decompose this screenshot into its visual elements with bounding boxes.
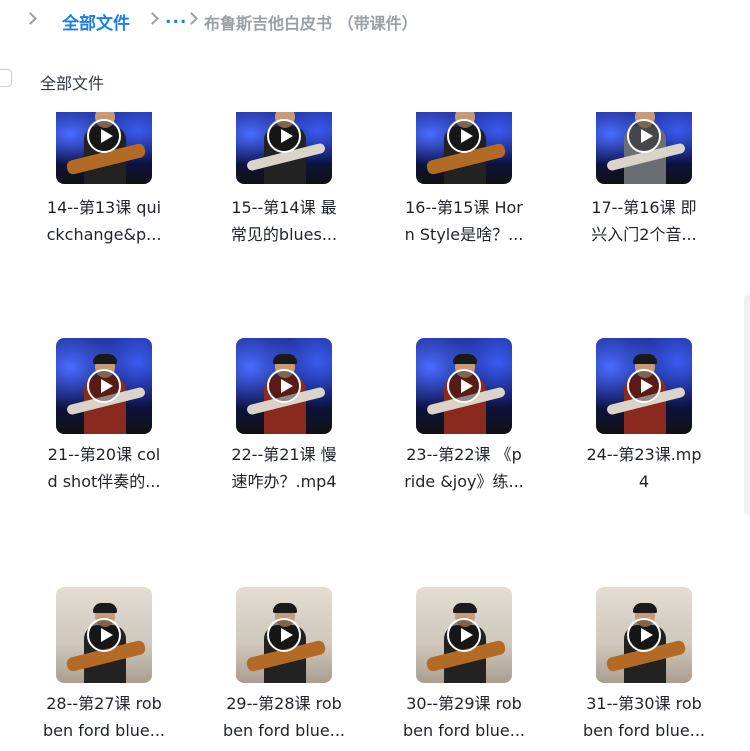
scrollbar[interactable] <box>744 295 750 515</box>
file-name[interactable]: 15--第14课 最 常见的blues... <box>202 194 366 248</box>
play-icon[interactable] <box>447 369 481 403</box>
video-thumbnail[interactable] <box>596 587 692 683</box>
file-name[interactable]: 29--第28课 rob ben ford blue... <box>202 690 366 744</box>
video-thumbnail[interactable] <box>236 587 332 683</box>
play-icon[interactable] <box>87 119 121 153</box>
file-name[interactable]: 14--第13课 qui ckchange&p... <box>22 194 186 248</box>
play-icon[interactable] <box>267 119 301 153</box>
video-thumbnail[interactable] <box>596 338 692 434</box>
play-icon[interactable] <box>267 369 301 403</box>
play-icon[interactable] <box>87 369 121 403</box>
video-thumbnail[interactable] <box>416 587 512 683</box>
video-thumbnail[interactable] <box>416 338 512 434</box>
file-name[interactable]: 28--第27课 rob ben ford blue... <box>22 690 186 744</box>
video-thumbnail[interactable] <box>236 112 332 184</box>
file-name[interactable]: 30--第29课 rob ben ford blue... <box>382 690 546 744</box>
file-name[interactable]: 31--第30课 rob ben ford blue... <box>562 690 726 744</box>
file-grid: 14--第13课 qui ckchange&p... 15--第14课 最 常见… <box>0 0 750 751</box>
play-icon[interactable] <box>447 618 481 652</box>
play-icon[interactable] <box>267 618 301 652</box>
video-thumbnail[interactable] <box>56 587 152 683</box>
file-name[interactable]: 24--第23课.mp 4 <box>562 441 726 495</box>
file-name[interactable]: 21--第20课 col d shot伴奏的... <box>22 441 186 495</box>
play-icon[interactable] <box>87 618 121 652</box>
file-browser: 全部文件 ... 布鲁斯吉他白皮书 （带课件） 全部文件 14--第13课 qu… <box>0 0 750 751</box>
play-icon[interactable] <box>627 618 661 652</box>
file-name[interactable]: 17--第16课 即 兴入门2个音... <box>562 194 726 248</box>
play-icon[interactable] <box>627 369 661 403</box>
play-icon[interactable] <box>627 119 661 153</box>
play-icon[interactable] <box>447 119 481 153</box>
video-thumbnail[interactable] <box>416 112 512 184</box>
file-name[interactable]: 22--第21课 慢 速咋办？.mp4 <box>202 441 366 495</box>
video-thumbnail[interactable] <box>56 338 152 434</box>
video-thumbnail[interactable] <box>236 338 332 434</box>
file-name[interactable]: 23--第22课 《p ride &joy》练... <box>382 441 546 495</box>
file-name[interactable]: 16--第15课 Hor n Style是啥？... <box>382 194 546 248</box>
video-thumbnail[interactable] <box>596 112 692 184</box>
video-thumbnail[interactable] <box>56 112 152 184</box>
